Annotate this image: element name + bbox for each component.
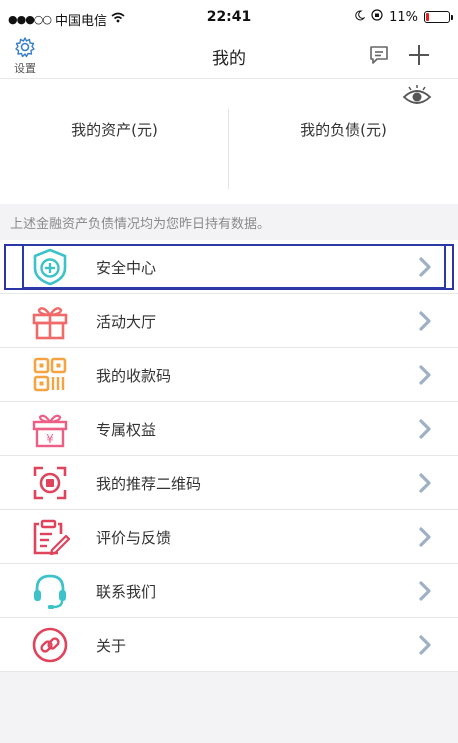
scan-record-icon bbox=[30, 464, 70, 502]
menu-list: 安全中心 活动大厅 我的收款码 ¥ 专属权益 我的推荐二维码 评价与反馈 联系我… bbox=[0, 240, 458, 672]
add-button[interactable] bbox=[406, 42, 432, 72]
liabilities-label: 我的负债(元) bbox=[300, 121, 387, 139]
clipboard-pen-icon bbox=[30, 518, 71, 556]
link-icon bbox=[30, 626, 70, 664]
menu-item-label: 专属权益 bbox=[96, 421, 157, 439]
plus-icon bbox=[406, 45, 432, 72]
menu-item-about[interactable]: 关于 bbox=[0, 618, 458, 672]
menu-item-label: 活动大厅 bbox=[96, 313, 157, 331]
qr-code-icon bbox=[30, 356, 70, 394]
svg-text:¥: ¥ bbox=[46, 432, 54, 446]
gift-icon bbox=[30, 302, 70, 340]
asset-summary: 我的资产(元) 我的负债(元) bbox=[0, 78, 458, 204]
menu-item-label: 关于 bbox=[96, 637, 127, 655]
chevron-right-icon bbox=[418, 256, 432, 282]
menu-item-label: 我的收款码 bbox=[96, 367, 172, 385]
chevron-right-icon bbox=[418, 418, 432, 444]
headset-icon bbox=[30, 572, 70, 610]
chevron-right-icon bbox=[418, 580, 432, 606]
battery-icon bbox=[424, 11, 453, 23]
chevron-right-icon bbox=[418, 472, 432, 498]
liabilities-value bbox=[229, 148, 458, 168]
menu-item-label: 安全中心 bbox=[96, 259, 157, 277]
chevron-right-icon bbox=[418, 634, 432, 660]
orientation-lock-icon bbox=[371, 9, 383, 25]
shield-plus-icon bbox=[30, 248, 70, 286]
chevron-right-icon bbox=[418, 526, 432, 552]
message-button[interactable] bbox=[368, 44, 390, 70]
menu-item-activity-hall[interactable]: 活动大厅 bbox=[0, 294, 458, 348]
assets-value bbox=[0, 148, 229, 168]
nav-bar: 设置 我的 bbox=[0, 36, 458, 78]
menu-item-referral-qr[interactable]: 我的推荐二维码 bbox=[0, 456, 458, 510]
notice-text: 上述金融资产负债情况均为您昨日持有数据。 bbox=[10, 217, 271, 232]
menu-item-contact-us[interactable]: 联系我们 bbox=[0, 564, 458, 618]
yuan-gift-icon: ¥ bbox=[30, 410, 70, 448]
chevron-right-icon bbox=[418, 310, 432, 336]
liabilities-column[interactable]: 我的负债(元) bbox=[229, 119, 458, 168]
assets-column[interactable]: 我的资产(元) bbox=[0, 119, 229, 168]
assets-label: 我的资产(元) bbox=[71, 121, 158, 139]
menu-item-label: 我的推荐二维码 bbox=[96, 475, 202, 493]
chevron-right-icon bbox=[418, 364, 432, 390]
eye-toggle[interactable] bbox=[400, 83, 434, 113]
battery-percent: 11% bbox=[389, 9, 418, 25]
menu-item-security-center[interactable]: 安全中心 bbox=[0, 240, 458, 294]
menu-item-payment-code[interactable]: 我的收款码 bbox=[0, 348, 458, 402]
message-icon bbox=[368, 46, 390, 70]
menu-item-exclusive-benefits[interactable]: ¥ 专属权益 bbox=[0, 402, 458, 456]
eye-icon bbox=[400, 85, 434, 113]
moon-icon bbox=[354, 9, 366, 25]
menu-item-feedback[interactable]: 评价与反馈 bbox=[0, 510, 458, 564]
menu-item-label: 联系我们 bbox=[96, 583, 157, 601]
menu-item-label: 评价与反馈 bbox=[96, 529, 172, 547]
status-bar: ●●●○○ 中国电信 22:41 11% bbox=[0, 0, 458, 36]
status-right: 11% bbox=[354, 9, 453, 25]
